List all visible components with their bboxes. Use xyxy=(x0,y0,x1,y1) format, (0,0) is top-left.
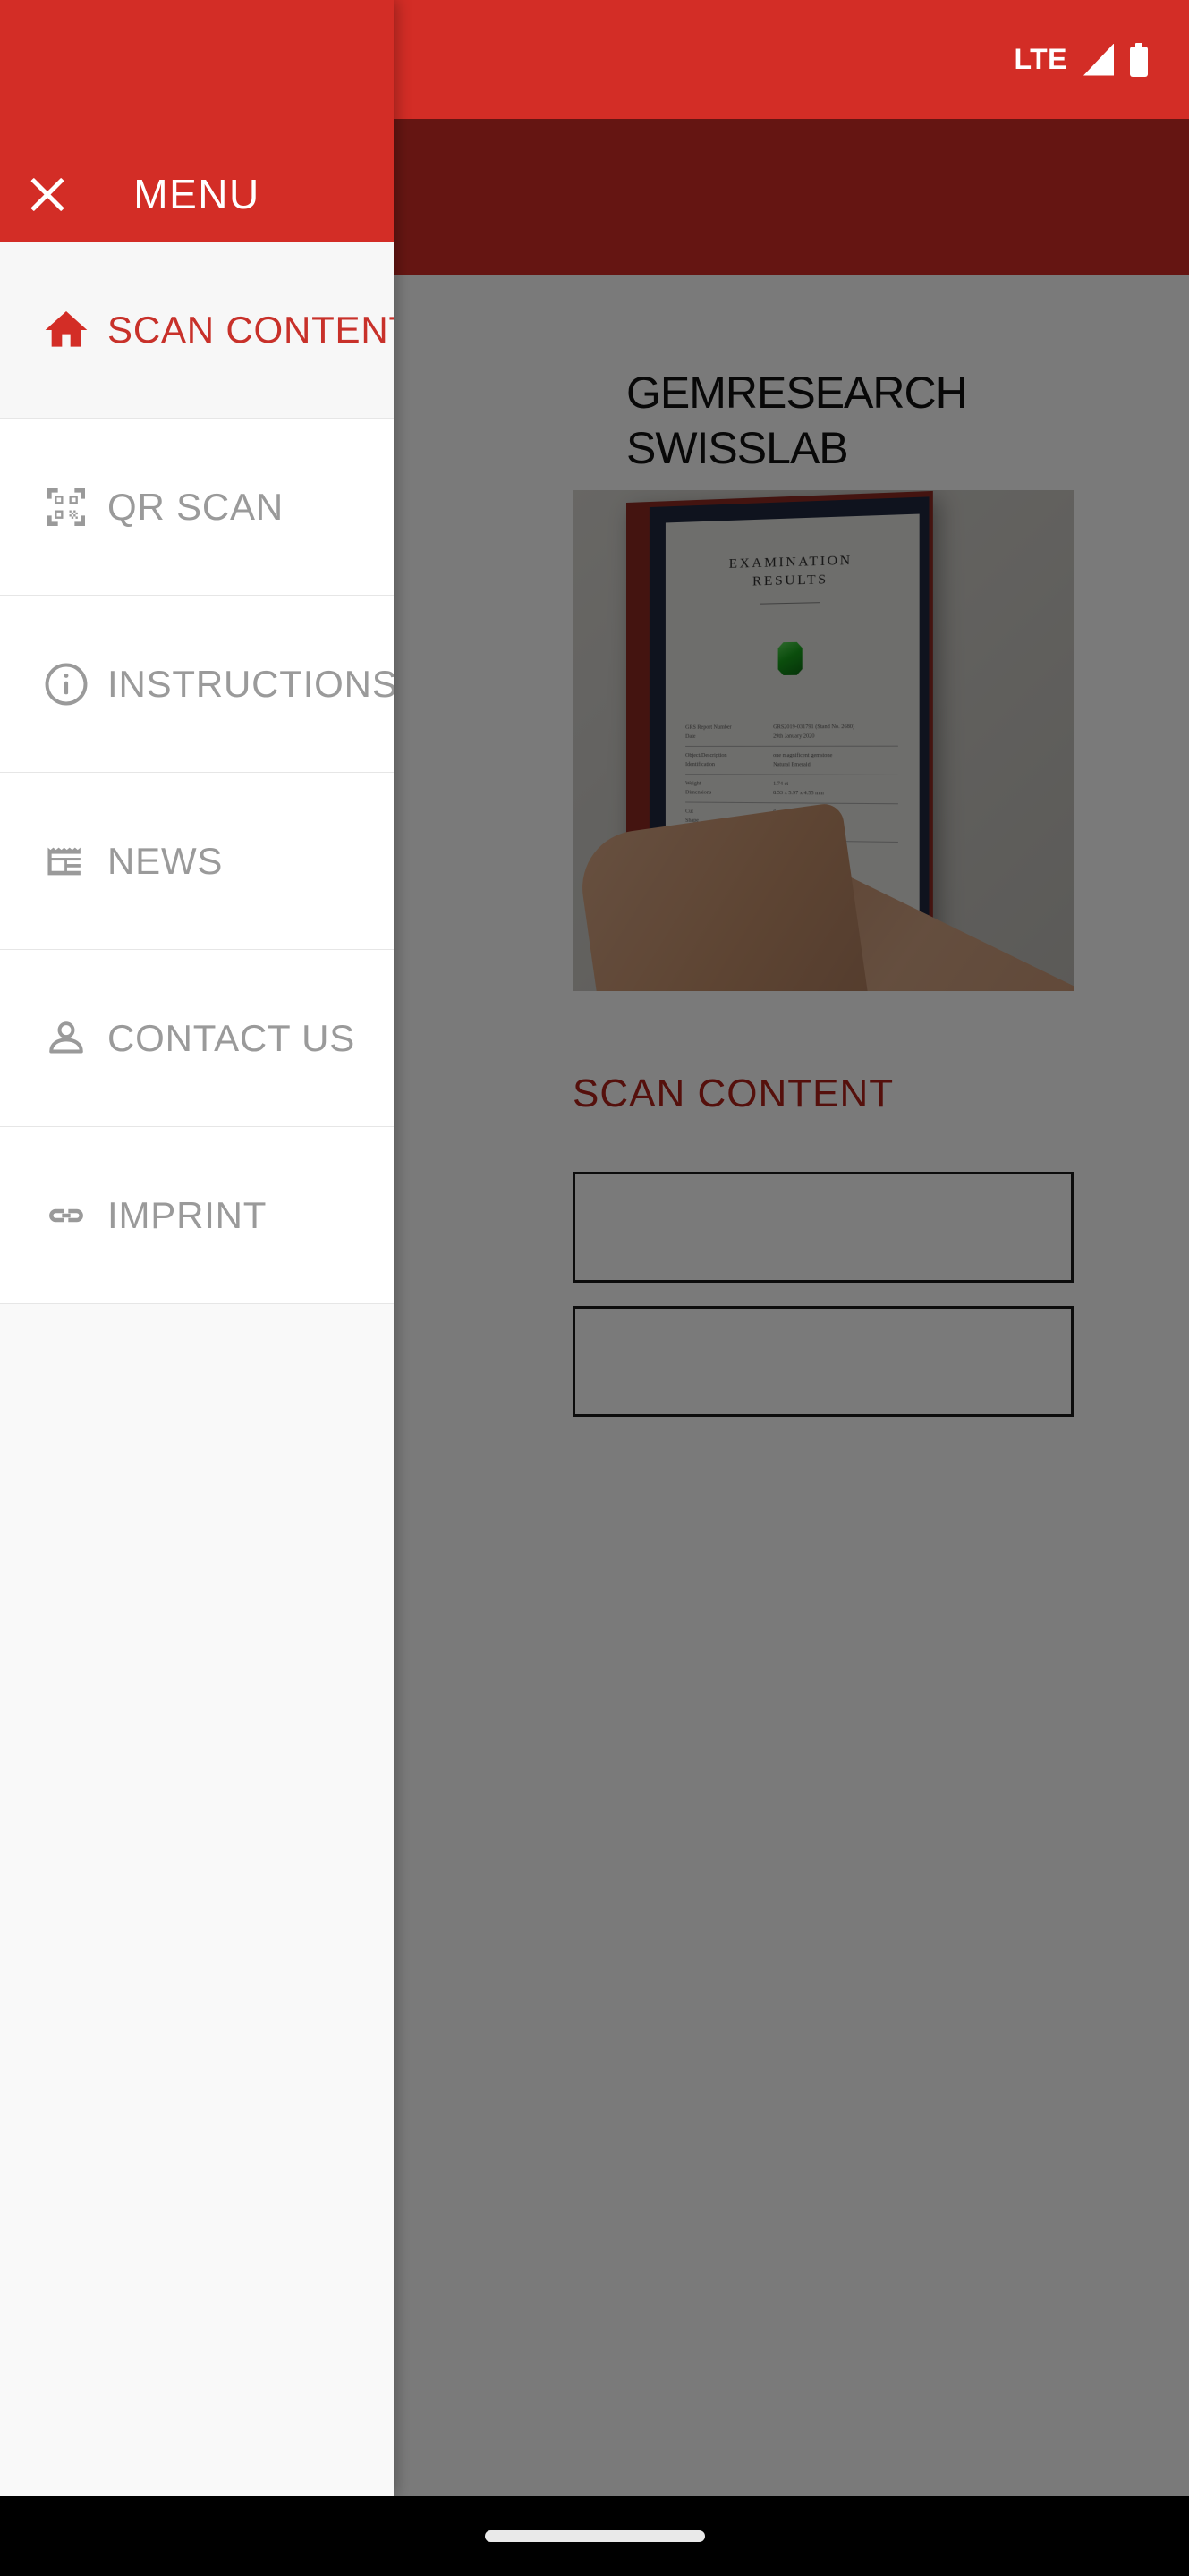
drawer-header: MENU xyxy=(0,0,394,242)
info-circle-icon xyxy=(25,659,107,709)
menu-item-label: INSTRUCTIONS xyxy=(107,662,394,705)
menu-item-label: QR SCAN xyxy=(107,485,284,528)
phone-screen: GEMRESEARCH SWISSLAB EXAMINATION RESULTS xyxy=(0,0,1189,2576)
menu-item-label: CONTACT US xyxy=(107,1016,356,1059)
battery-full-icon xyxy=(1130,42,1148,77)
menu-item-label: NEWS xyxy=(107,839,224,882)
newspaper-icon xyxy=(25,836,107,886)
menu-item-instructions[interactable]: INSTRUCTIONS xyxy=(0,596,394,773)
status-indicators: LTE xyxy=(1014,42,1148,77)
menu-item-news[interactable]: NEWS xyxy=(0,773,394,950)
system-navigation-bar xyxy=(0,2496,1189,2576)
network-type-label: LTE xyxy=(1014,43,1067,75)
drawer-menu-list: SCAN CONTENT QR SCAN INSTRUCTIONS NEWS C… xyxy=(0,242,394,1304)
navigation-drawer: MENU SCAN CONTENT QR SCAN INSTRUCTIONS N… xyxy=(0,0,394,2496)
home-icon xyxy=(25,305,107,355)
menu-item-contact-us[interactable]: CONTACT US xyxy=(0,950,394,1127)
menu-item-label: SCAN CONTENT xyxy=(107,308,394,351)
person-icon xyxy=(25,1013,107,1063)
menu-item-scan-content[interactable]: SCAN CONTENT xyxy=(0,242,394,419)
qr-code-icon xyxy=(25,482,107,532)
signal-bars-icon xyxy=(1083,44,1114,76)
drawer-title: MENU xyxy=(133,171,260,217)
link-icon xyxy=(25,1191,107,1241)
home-gesture-pill[interactable] xyxy=(484,2529,705,2542)
menu-item-qr-scan[interactable]: QR SCAN xyxy=(0,419,394,596)
menu-item-label: IMPRINT xyxy=(107,1193,268,1236)
menu-item-imprint[interactable]: IMPRINT xyxy=(0,1127,394,1304)
